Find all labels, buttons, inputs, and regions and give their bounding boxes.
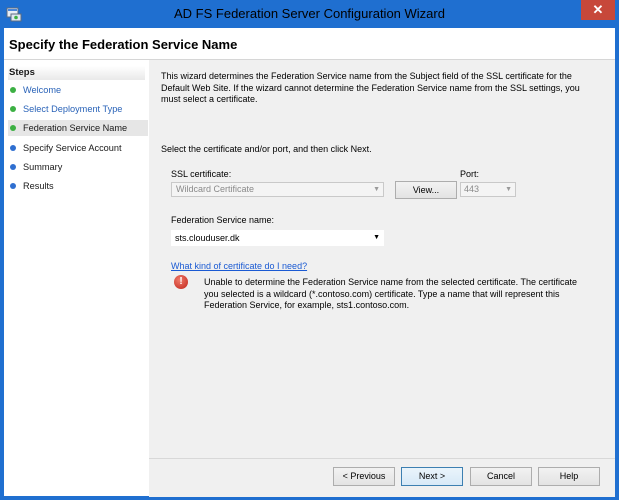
window-title: AD FS Federation Server Configuration Wi… [174,6,445,21]
port-label: Port: [460,169,480,179]
error-message: Unable to determine the Federation Servi… [204,277,578,310]
step-status-dot [10,87,16,93]
step-label: Specify Service Account [23,143,122,153]
page-title: Specify the Federation Service Name [9,37,238,52]
instruction-text: Select the certificate and/or port, and … [161,144,372,154]
view-certificate-button[interactable]: View... [395,181,457,199]
steps-sidebar: Steps Welcome Select Deployment Type Fed… [4,60,149,496]
steps-heading: Steps [8,66,145,80]
port-value: 443 [464,184,480,194]
step-welcome: Welcome [8,82,148,98]
step-status-dot [10,145,16,151]
dropdown-arrow-icon: ▼ [373,186,380,193]
button-bar: < Previous Next > Cancel Help [149,458,615,497]
step-label: Federation Service Name [23,123,128,133]
step-select-deployment-type: Select Deployment Type [8,101,148,117]
intro-text: This wizard determines the Federation Se… [161,71,580,104]
certificate-help-link[interactable]: What kind of certificate do I need? [171,261,307,271]
cancel-button[interactable]: Cancel [470,467,532,486]
step-status-dot [10,164,16,170]
next-button[interactable]: Next > [401,467,463,486]
help-button[interactable]: Help [538,467,600,486]
wizard-client-area: Specify the Federation Service Name Step… [4,28,615,497]
previous-button[interactable]: < Previous [333,467,395,486]
step-label: Welcome [23,85,62,95]
page-header: Specify the Federation Service Name [4,28,615,60]
step-federation-service-name: Federation Service Name [8,120,148,136]
ssl-certificate-dropdown[interactable]: Wildcard Certificate ▼ [171,182,384,197]
step-summary: Summary [8,159,148,175]
federation-service-name-combobox[interactable]: sts.clouduser.dk ▼ [171,230,384,246]
dropdown-arrow-icon: ▼ [505,186,512,193]
title-bar[interactable]: AD FS Federation Server Configuration Wi… [0,0,619,28]
step-label: Results [23,181,54,191]
close-button[interactable]: ✕ [581,0,615,20]
step-results: Results [8,178,148,194]
port-dropdown[interactable]: 443 ▼ [460,182,516,197]
step-status-dot [10,125,16,131]
error-icon: ! [174,275,188,289]
step-status-dot [10,106,16,112]
federation-service-name-value: sts.clouduser.dk [175,233,240,243]
step-status-dot [10,183,16,189]
ssl-certificate-value: Wildcard Certificate [176,184,255,194]
step-label: Select Deployment Type [23,104,123,114]
step-label: Summary [23,162,63,172]
federation-service-name-label: Federation Service name: [171,215,275,225]
step-specify-service-account: Specify Service Account [8,140,148,156]
dropdown-arrow-icon[interactable]: ▼ [373,231,380,245]
main-content: This wizard determines the Federation Se… [149,60,615,458]
ssl-certificate-label: SSL certificate: [171,169,232,179]
